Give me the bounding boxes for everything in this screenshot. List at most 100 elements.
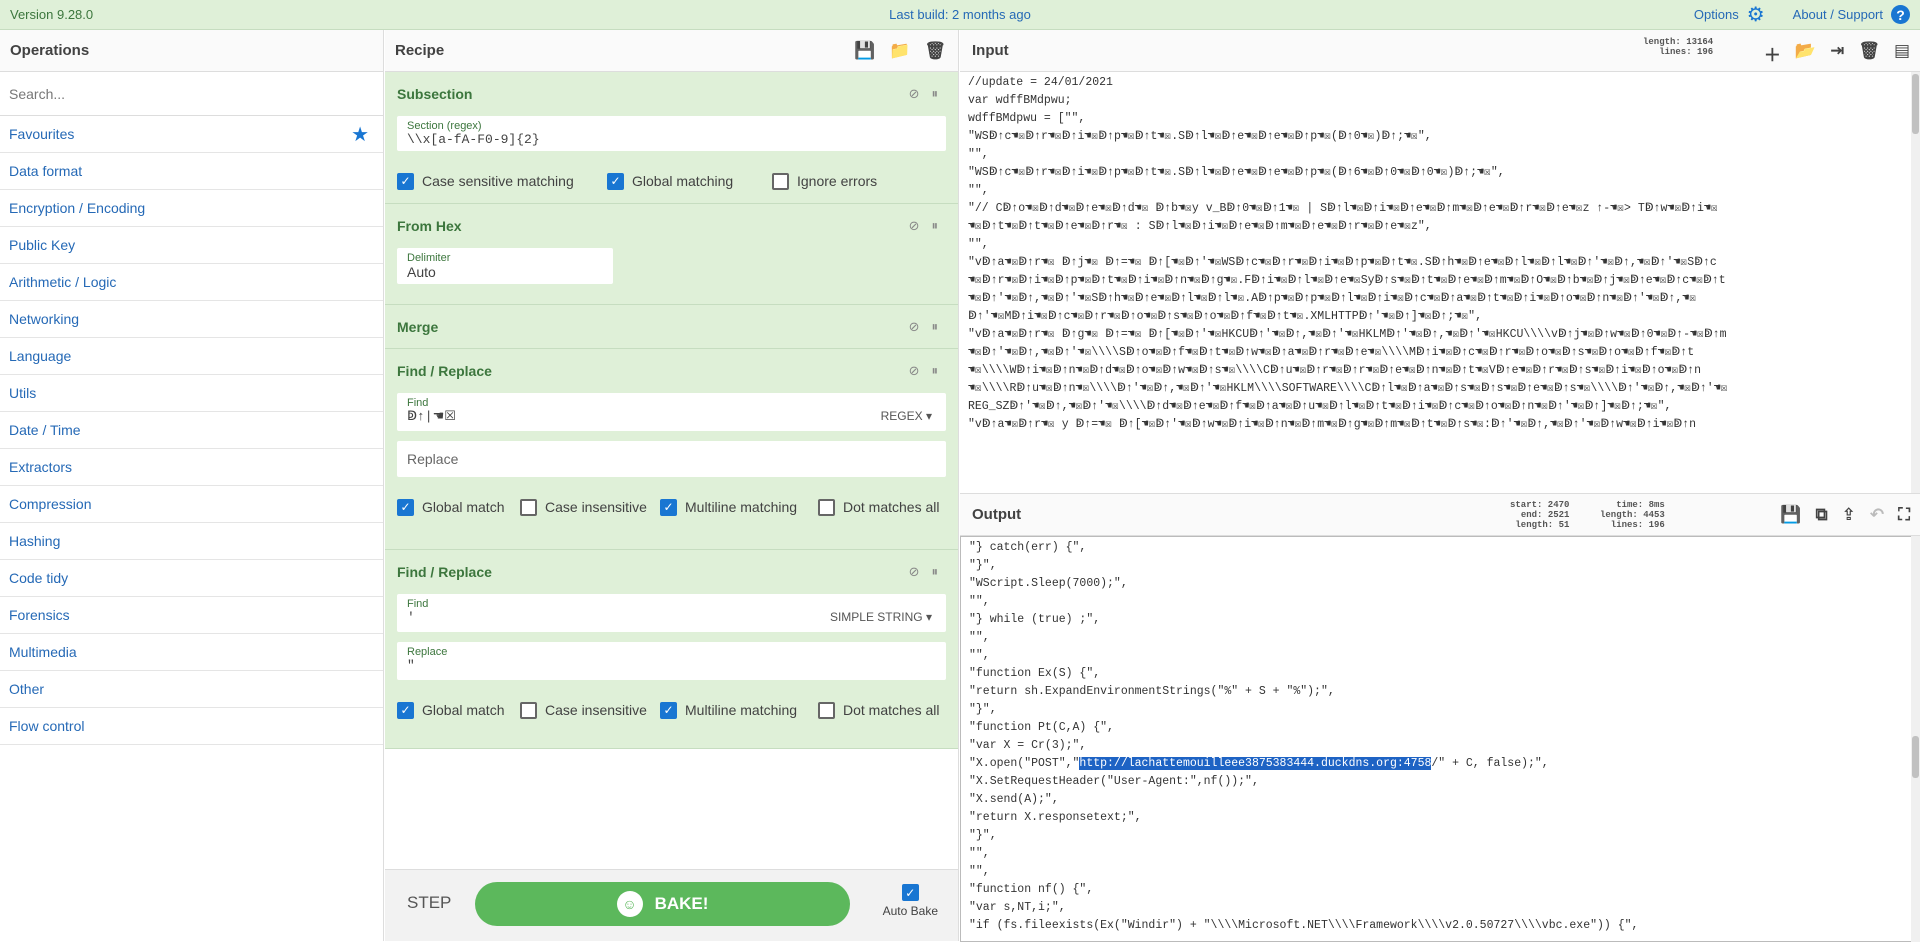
input-line: var wdffBMdpwu; (968, 94, 1072, 107)
global-match-checkbox[interactable]: ✓ Global match (397, 498, 520, 516)
disable-icon[interactable]: ⊘ (909, 218, 920, 234)
input-textarea[interactable]: //update = 24/01/2021 var wdffBMdpwu; wdff… (960, 72, 1920, 493)
output-textarea[interactable]: "} catch(err) {", "}", "WScript.Sleep(7000… (960, 536, 1920, 942)
trash-icon[interactable]: 🗑 (924, 41, 946, 61)
category-code-tidy[interactable]: Code tidy (0, 560, 383, 597)
replace-field[interactable]: Replace (397, 441, 946, 477)
category-data-format[interactable]: Data format (0, 153, 383, 190)
open-file-icon[interactable]: ⇥ (1830, 41, 1844, 66)
output-line: "function Pt(C,A) {", (969, 721, 1114, 734)
pause-icon[interactable]: ⏸ (932, 319, 939, 335)
last-build-link[interactable]: Last build: 2 months ago (0, 7, 1920, 22)
operations-title: Operations (0, 30, 383, 72)
operations-search-input[interactable]: Search... (0, 72, 383, 116)
case-insensitive-checkbox[interactable]: Case insensitive (520, 701, 660, 719)
multiline-checkbox[interactable]: ✓ Multiline matching (660, 701, 818, 719)
category-flow-control[interactable]: Flow control (0, 708, 383, 745)
section-regex-field[interactable]: Section (regex) \\x[a-fA-F0-9]{2} (397, 116, 946, 151)
output-scrollbar[interactable] (1911, 536, 1920, 942)
category-extractors[interactable]: Extractors (0, 449, 383, 486)
category-other[interactable]: Other (0, 671, 383, 708)
recipe-title: Recipe (395, 42, 445, 59)
dot-matches-all-checkbox[interactable]: Dot matches all (818, 701, 939, 719)
replace-field[interactable]: Replace " (397, 642, 946, 680)
op-find-replace-2[interactable]: Find / Replace ⊘ ⏸ Find ' SIMPLE STRING ▾… (385, 550, 958, 749)
help-icon[interactable]: ? (1891, 5, 1910, 24)
global-matching-checkbox[interactable]: ✓ Global matching (607, 172, 772, 190)
category-favourites[interactable]: Favourites ★ (0, 116, 383, 153)
input-header: Input length: 13164 lines: 196 ＋ 📂 ⇥ 🗑 ▤ (960, 30, 1920, 72)
disable-icon[interactable]: ⊘ (909, 86, 920, 102)
bake-button[interactable]: ☺ BAKE! (475, 882, 850, 926)
category-hashing[interactable]: Hashing (0, 523, 383, 560)
op-title: Subsection (397, 86, 473, 102)
input-line: "", (968, 184, 989, 197)
regex-mode-dropdown[interactable]: REGEX ▾ (881, 409, 932, 423)
category-networking[interactable]: Networking (0, 301, 383, 338)
pause-icon[interactable]: ⏸ (932, 86, 939, 102)
about-support-link[interactable]: About / Support (1793, 7, 1883, 22)
op-find-replace-1[interactable]: Find / Replace ⊘ ⏸ Find ↁ↑|☚☒ REGEX ▾ Rep… (385, 349, 958, 550)
op-title: From Hex (397, 218, 462, 234)
add-tab-icon[interactable]: ＋ (1764, 41, 1781, 66)
input-scrollbar[interactable] (1911, 72, 1920, 493)
input-line: ☚☒ↁ↑r☚☒ↁ↑i☚☒ↁ↑p☚☒ↁ↑t☚☒ↁ↑i☚☒ↁ↑n☚☒ↁ↑g☚☒.Fↁ… (968, 274, 1726, 287)
input-line: ☚☒ↁ↑'☚☒ↁ↑,☚☒ↁ↑'☚☒Sↁ↑h☚☒ↁ↑e☚☒ↁ↑l☚☒ↁ↑l☚☒.A… (968, 292, 1697, 305)
gear-icon[interactable]: ⚙ (1747, 5, 1765, 25)
disable-icon[interactable]: ⊘ (909, 564, 920, 580)
global-match-checkbox[interactable]: ✓ Global match (397, 701, 520, 719)
maximise-icon[interactable]: ⛶ (1898, 505, 1910, 525)
delimiter-field[interactable]: Delimiter Auto (397, 248, 613, 284)
op-merge[interactable]: Merge ⊘ ⏸ (385, 305, 958, 349)
input-line: ☚☒ↁ↑t☚☒ↁ↑t☚☒ↁ↑e☚☒ↁ↑r☚☒ : Sↁ↑l☚☒ↁ↑i☚☒ↁ↑e☚… (968, 220, 1432, 233)
output-line: "return sh.ExpandEnvironmentStrings("%" … (969, 685, 1335, 698)
op-from-hex[interactable]: From Hex ⊘ ⏸ Delimiter Auto (385, 204, 958, 305)
category-multimedia[interactable]: Multimedia (0, 634, 383, 671)
replace-input-icon[interactable]: ⇪ (1842, 505, 1856, 525)
trash-icon[interactable]: 🗑 (1858, 41, 1880, 66)
case-insensitive-checkbox[interactable]: Case insensitive (520, 498, 660, 516)
star-icon: ★ (351, 123, 369, 146)
multiline-checkbox[interactable]: ✓ Multiline matching (660, 498, 818, 516)
category-language[interactable]: Language (0, 338, 383, 375)
dot-matches-all-checkbox[interactable]: Dot matches all (818, 498, 939, 516)
save-icon[interactable]: 💾 (1780, 505, 1801, 525)
save-icon[interactable]: 💾 (854, 41, 875, 61)
step-button[interactable]: STEP (407, 893, 451, 913)
category-encryption-encoding[interactable]: Encryption / Encoding (0, 190, 383, 227)
output-line: "WScript.Sleep(7000);", (969, 577, 1128, 590)
disable-icon[interactable]: ⊘ (909, 363, 920, 379)
category-forensics[interactable]: Forensics (0, 597, 383, 634)
category-utils[interactable]: Utils (0, 375, 383, 412)
top-bar: Version 9.28.0 Last build: 2 months ago … (0, 0, 1920, 30)
pause-icon[interactable]: ⏸ (932, 564, 939, 580)
output-title: Output (972, 506, 1022, 523)
find-field[interactable]: Find ' SIMPLE STRING ▾ (397, 594, 946, 632)
op-subsection[interactable]: Subsection ⊘ ⏸ Section (regex) \\x[a-fA-F… (385, 72, 958, 204)
find-field[interactable]: Find ↁ↑|☚☒ REGEX ▾ (397, 393, 946, 431)
category-arithmetic-logic[interactable]: Arithmetic / Logic (0, 264, 383, 301)
version-label: Version 9.28.0 (10, 7, 94, 22)
layout-icon[interactable]: ▤ (1894, 41, 1910, 66)
field-label: Find (407, 397, 429, 409)
case-sensitive-checkbox[interactable]: ✓ Case sensitive matching (397, 172, 607, 190)
ignore-errors-checkbox[interactable]: Ignore errors (772, 172, 877, 190)
folder-icon[interactable]: 📁 (889, 41, 910, 61)
category-compression[interactable]: Compression (0, 486, 383, 523)
pause-icon[interactable]: ⏸ (932, 218, 939, 234)
output-stats: time: 8ms length: 4453 lines: 196 (1600, 500, 1665, 530)
output-selection-stats: start: 2470 end: 2521 length: 51 (1510, 500, 1570, 530)
disable-icon[interactable]: ⊘ (909, 319, 920, 335)
options-link[interactable]: Options (1694, 7, 1739, 22)
auto-bake-checkbox[interactable]: ✓ Auto Bake (883, 884, 938, 918)
undo-icon[interactable]: ↶ (1870, 505, 1884, 525)
copy-icon[interactable]: ⧉ (1815, 505, 1827, 525)
category-date-time[interactable]: Date / Time (0, 412, 383, 449)
input-line: //update = 24/01/2021 (968, 76, 1113, 89)
pause-icon[interactable]: ⏸ (932, 363, 939, 379)
category-public-key[interactable]: Public Key (0, 227, 383, 264)
operations-panel: Operations Search... Favourites ★ Data for… (0, 30, 384, 941)
simple-string-mode-dropdown[interactable]: SIMPLE STRING ▾ (830, 610, 932, 624)
output-line: "", (969, 631, 990, 644)
open-folder-icon[interactable]: 📂 (1795, 41, 1816, 66)
